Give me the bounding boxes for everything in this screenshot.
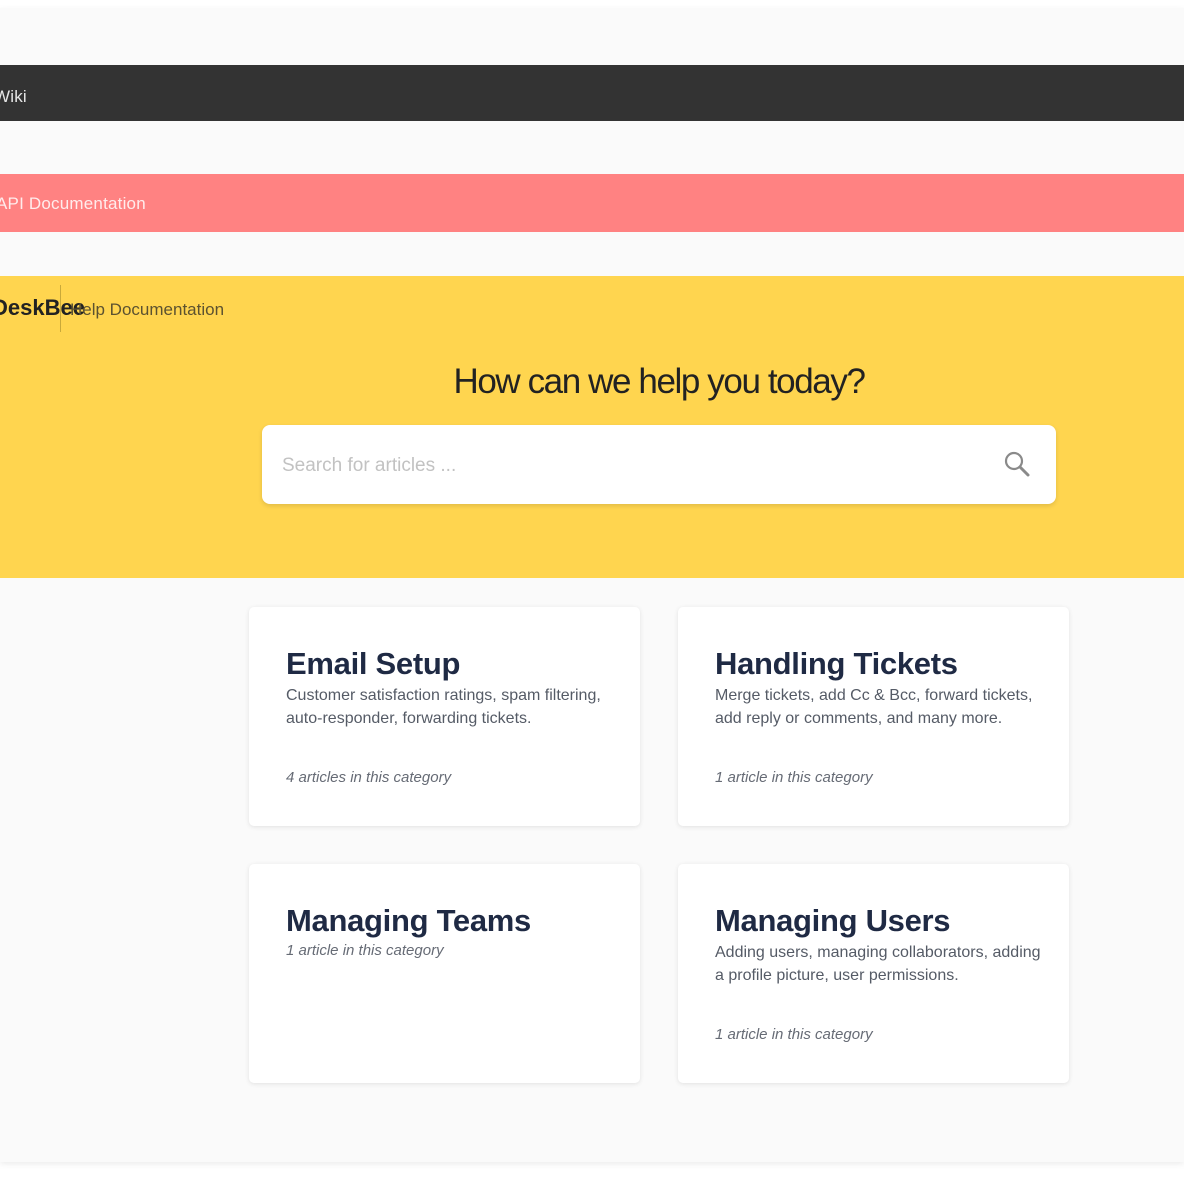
card-title[interactable]: Handling Tickets <box>715 646 958 682</box>
card-article-count: 1 article in this category <box>715 1026 873 1043</box>
card-description: Adding users, managing collaborators, ad… <box>715 944 1041 984</box>
category-card-managing-users[interactable]: Managing Users Adding users, managing co… <box>678 864 1069 1083</box>
card-title[interactable]: Managing Teams <box>286 903 531 939</box>
search-box[interactable] <box>262 425 1056 506</box>
hero-title: How can we help you today? <box>453 362 866 401</box>
category-card-managing-teams[interactable]: Managing Teams 1 article in this categor… <box>249 864 640 1083</box>
wiki-bar[interactable]: Wiki <box>0 65 1184 121</box>
card-description: Merge tickets, add Cc & Bcc, forward tic… <box>715 687 1033 727</box>
category-card-email-setup[interactable]: Email Setup Customer satisfaction rating… <box>249 607 640 826</box>
api-docs-bar[interactable]: API Documentation <box>0 174 1184 232</box>
wiki-link[interactable]: Wiki <box>0 87 27 107</box>
card-article-count: 1 article in this category <box>715 769 873 786</box>
category-card-handling-tickets[interactable]: Handling Tickets Merge tickets, add Cc &… <box>678 607 1069 826</box>
card-description: Customer satisfaction ratings, spam filt… <box>286 687 601 727</box>
card-article-count: 1 article in this category <box>286 942 444 959</box>
search-icon[interactable] <box>1003 450 1031 478</box>
page: Wiki API Documentation DeskBee Help Docu… <box>0 0 1184 1184</box>
brand-divider <box>60 285 61 332</box>
api-docs-link[interactable]: API Documentation <box>0 194 146 214</box>
card-title[interactable]: Email Setup <box>286 646 460 682</box>
hero-section: DeskBee Help Documentation How can we he… <box>0 276 1184 578</box>
help-docs-link[interactable]: Help Documentation <box>70 300 224 320</box>
card-article-count: 4 articles in this category <box>286 769 452 786</box>
search-input[interactable] <box>280 425 984 506</box>
card-title[interactable]: Managing Users <box>715 903 951 939</box>
